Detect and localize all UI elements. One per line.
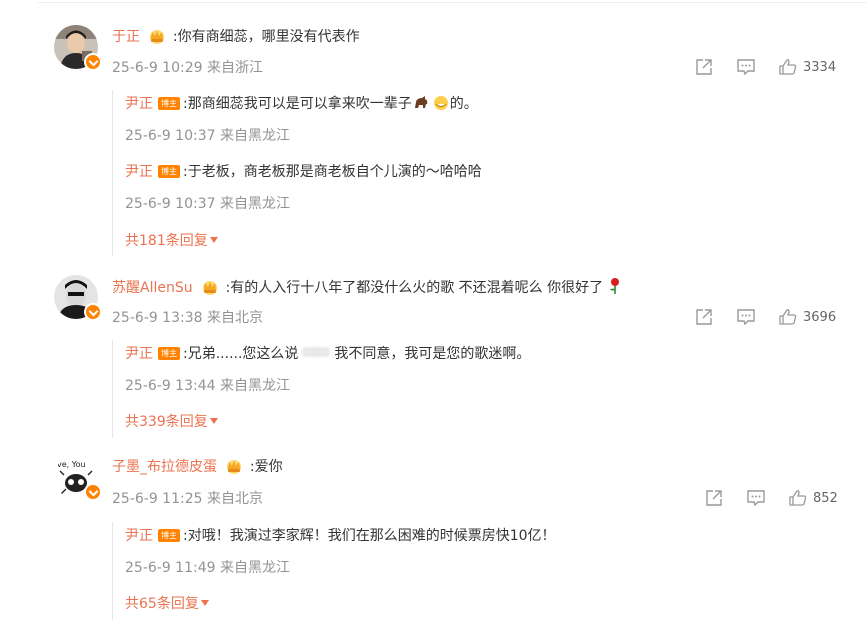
reply-username[interactable]: 尹正 bbox=[125, 528, 153, 544]
horse-emoji-icon bbox=[412, 95, 432, 111]
reply-text-suffix: 我不同意，我可是您的歌迷啊。 bbox=[334, 346, 531, 362]
reply-list: 尹正 博主:兄弟......您这么说 我不同意，我可是您的歌迷啊。 25-6-9 1… bbox=[112, 340, 833, 438]
crown-icon bbox=[201, 279, 219, 295]
comment-text: :爱你 bbox=[249, 459, 283, 475]
thumbs-up-icon bbox=[779, 309, 797, 325]
username[interactable]: 于正 bbox=[112, 29, 140, 45]
share-icon bbox=[706, 490, 722, 506]
comment-button[interactable] bbox=[746, 488, 766, 508]
like-button[interactable]: 852 bbox=[788, 488, 838, 508]
share-button[interactable] bbox=[694, 57, 714, 77]
share-button[interactable] bbox=[704, 488, 724, 508]
reply-username[interactable]: 尹正 bbox=[125, 164, 153, 180]
more-replies-label: 共339条回复 bbox=[125, 414, 208, 430]
comment-icon bbox=[737, 309, 755, 326]
rose-emoji-icon bbox=[608, 277, 622, 295]
verified-badge-icon bbox=[84, 53, 102, 71]
author-badge: 博主 bbox=[158, 97, 180, 110]
reply-item: 尹正 博主:对哦！我演过李家辉！我们在那么困难的时候票房快10亿！ 25-6-9 … bbox=[125, 526, 556, 578]
reply-text: :兄弟......您这么说 bbox=[183, 346, 299, 362]
svg-text:ve, You: ve, You bbox=[57, 460, 86, 469]
comment-meta: 25-6-9 11:25 来自北京 bbox=[112, 491, 263, 507]
verified-badge-icon bbox=[84, 483, 102, 501]
reply-text: :于老板，商老板那是商老板自个儿演的～哈哈哈 bbox=[183, 164, 482, 180]
comment-button[interactable] bbox=[736, 307, 756, 327]
reply-item: 尹正 博主:兄弟......您这么说 我不同意，我可是您的歌迷啊。 25-6-9 1… bbox=[125, 344, 530, 396]
share-icon bbox=[696, 59, 712, 75]
reply-text: :对哦！我演过李家辉！我们在那么困难的时候票房快10亿！ bbox=[183, 528, 556, 544]
like-button[interactable]: 3696 bbox=[778, 307, 836, 327]
reply-text: :那商细蕊我可以是可以拿来吹一辈子 bbox=[183, 96, 412, 112]
like-button[interactable]: 3334 bbox=[778, 57, 836, 77]
crown-icon bbox=[148, 28, 166, 44]
comment-main: 苏醒AllenSu :有的人入行十八年了都没什么火的歌 不还混着呢么 你很好了 bbox=[112, 277, 622, 298]
reply-list: 尹正 博主:对哦！我演过李家辉！我们在那么困难的时候票房快10亿！ 25-6-9 … bbox=[112, 522, 833, 620]
beer-emoji-icon bbox=[432, 95, 450, 111]
comment-text: :有的人入行十八年了都没什么火的歌 不还混着呢么 你很好了 bbox=[225, 280, 604, 296]
thumbs-up-icon bbox=[789, 490, 807, 506]
comment-meta: 25-6-9 13:38 来自北京 bbox=[112, 310, 263, 326]
crown-icon bbox=[225, 458, 243, 474]
caret-down-icon bbox=[209, 237, 218, 243]
caret-down-icon bbox=[200, 600, 209, 606]
comment-meta: 25-6-9 10:29 来自浙江 bbox=[112, 60, 263, 76]
comment-button[interactable] bbox=[736, 57, 756, 77]
username[interactable]: 苏醒AllenSu bbox=[112, 280, 193, 296]
more-replies-link[interactable]: 共65条回复 bbox=[125, 594, 209, 614]
reply-meta: 25-6-9 10:37 来自黑龙江 bbox=[125, 128, 290, 144]
like-count: 3696 bbox=[803, 309, 837, 325]
reply-meta: 25-6-9 10:37 来自黑龙江 bbox=[125, 196, 290, 212]
comment-main: 子墨_布拉德皮蛋 :爱你 bbox=[112, 457, 283, 477]
reply-username[interactable]: 尹正 bbox=[125, 96, 153, 112]
author-badge: 博主 bbox=[158, 347, 180, 360]
username[interactable]: 子墨_布拉德皮蛋 bbox=[112, 459, 217, 475]
more-replies-link[interactable]: 共181条回复 bbox=[125, 231, 218, 251]
reply-meta: 25-6-9 13:44 来自黑龙江 bbox=[125, 378, 290, 394]
author-badge: 博主 bbox=[158, 165, 180, 178]
comment-text: :你有商细蕊，哪里没有代表作 bbox=[172, 29, 360, 45]
more-replies-label: 共65条回复 bbox=[125, 596, 199, 612]
reply-text-suffix: 的。 bbox=[449, 96, 478, 112]
caret-down-icon bbox=[209, 418, 218, 424]
thumbs-up-icon bbox=[779, 59, 797, 75]
reply-item: 尹正 博主:于老板，商老板那是商老板自个儿演的～哈哈哈 25-6-9 10:37 … bbox=[125, 162, 482, 214]
avatar[interactable] bbox=[54, 25, 102, 71]
comment-icon bbox=[737, 59, 755, 76]
reply-username[interactable]: 尹正 bbox=[125, 346, 153, 362]
reply-meta: 25-6-9 11:49 来自黑龙江 bbox=[125, 560, 290, 576]
blurred-text bbox=[302, 347, 331, 357]
share-button[interactable] bbox=[694, 307, 714, 327]
comment-icon bbox=[747, 490, 765, 507]
reply-list: 尹正 博主:那商细蕊我可以是可以拿来吹一辈子 的。 25-6-9 10:37 来自黑… bbox=[112, 90, 833, 256]
comment-main: 于正 :你有商细蕊，哪里没有代表作 bbox=[112, 27, 360, 47]
verified-badge-icon bbox=[84, 303, 102, 321]
like-count: 852 bbox=[813, 490, 838, 506]
more-replies-link[interactable]: 共339条回复 bbox=[125, 412, 218, 432]
divider bbox=[38, 2, 867, 3]
share-icon bbox=[696, 309, 712, 325]
more-replies-label: 共181条回复 bbox=[125, 233, 208, 249]
avatar[interactable] bbox=[54, 275, 102, 321]
reply-item: 尹正 博主:那商细蕊我可以是可以拿来吹一辈子 的。 25-6-9 10:37 来自黑… bbox=[125, 94, 478, 146]
author-badge: 博主 bbox=[158, 529, 180, 542]
avatar[interactable]: ve, You bbox=[54, 455, 102, 501]
like-count: 3334 bbox=[803, 59, 837, 75]
